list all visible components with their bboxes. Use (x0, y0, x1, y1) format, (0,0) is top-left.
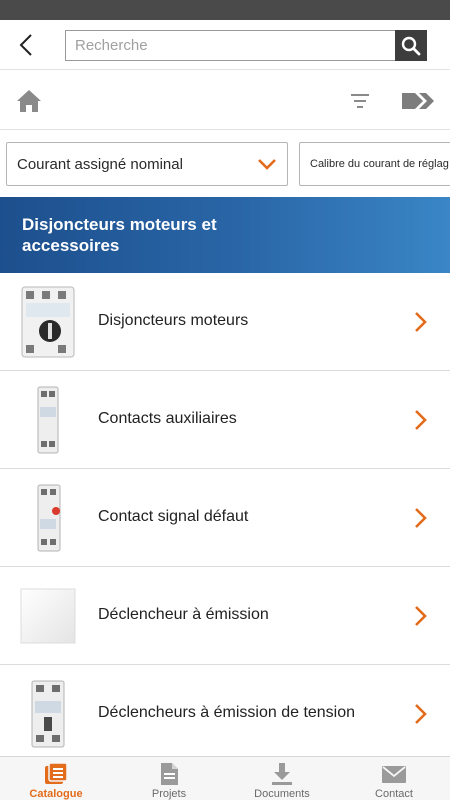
filter-button[interactable] (350, 92, 370, 110)
back-button[interactable] (12, 30, 40, 60)
aux-contact-image (18, 383, 78, 457)
download-icon (269, 762, 295, 786)
toolbar (0, 70, 450, 130)
home-button[interactable] (15, 88, 43, 114)
back-chevron-icon (19, 34, 32, 56)
category-header: Disjoncteurs moteurs et accessoires (0, 197, 450, 273)
motor-breaker-image (18, 285, 78, 359)
list-item-label: Contact signal défaut (98, 508, 249, 525)
filter-rated-current[interactable]: Courant assigné nominal (6, 142, 288, 186)
filter-icon (351, 94, 369, 108)
tab-documents[interactable]: Documents (244, 757, 320, 801)
chevron-right-icon (415, 508, 427, 528)
mail-icon (381, 762, 407, 786)
placeholder-image (18, 579, 78, 653)
filter-current-setting-label: Calibre du courant de réglag (310, 158, 449, 170)
search-box (65, 30, 427, 61)
tab-projets[interactable]: Projets (134, 757, 204, 801)
document-icon (156, 762, 182, 786)
list-item-label: Disjoncteurs moteurs (98, 312, 249, 329)
chevron-right-icon (415, 410, 427, 430)
catalogue-icon (43, 762, 69, 786)
tab-label: Documents (254, 788, 310, 800)
list-item-voltage-shunt-trips[interactable]: Déclencheurs à émission de tension (0, 665, 450, 756)
search-header (0, 20, 450, 70)
tab-contact[interactable]: Contact (360, 757, 428, 801)
tab-label: Catalogue (29, 788, 83, 800)
forward-button[interactable] (402, 90, 436, 112)
list-item-label: Contacts auxiliaires (98, 410, 237, 427)
fault-contact-image (18, 481, 78, 555)
list-item-label: Déclencheur à émission (98, 606, 269, 623)
search-button[interactable] (395, 30, 427, 61)
list-item-label: Déclencheurs à émission de tension (98, 704, 356, 721)
filter-current-setting[interactable]: Calibre du courant de réglag (299, 142, 450, 186)
product-list: Disjoncteurs moteurs Contacts auxiliaire… (0, 273, 450, 756)
list-item-motor-breakers[interactable]: Disjoncteurs moteurs (0, 273, 450, 371)
home-icon (17, 90, 41, 112)
search-input[interactable] (66, 31, 396, 60)
tab-label: Contact (375, 788, 413, 800)
chevron-right-icon (415, 312, 427, 332)
bottom-tab-bar: Catalogue Projets Documents Contact (0, 756, 450, 800)
list-item-fault-contact[interactable]: Contact signal défaut (0, 469, 450, 567)
chevron-right-icon (415, 704, 427, 724)
tab-label: Projets (151, 788, 187, 800)
category-title: Disjoncteurs moteurs et accessoires (22, 215, 217, 255)
filter-bar: Courant assigné nominal Calibre du coura… (0, 130, 450, 197)
chevron-right-icon (415, 606, 427, 626)
status-bar (0, 0, 450, 20)
filter-rated-current-label: Courant assigné nominal (17, 156, 183, 173)
chevron-down-icon (258, 159, 276, 170)
double-chevron-icon (402, 93, 434, 109)
tab-catalogue[interactable]: Catalogue (22, 757, 90, 801)
list-item-shunt-trip[interactable]: Déclencheur à émission (0, 567, 450, 665)
shunt-trip-image (18, 677, 78, 751)
search-icon (401, 36, 421, 55)
list-item-aux-contacts[interactable]: Contacts auxiliaires (0, 371, 450, 469)
